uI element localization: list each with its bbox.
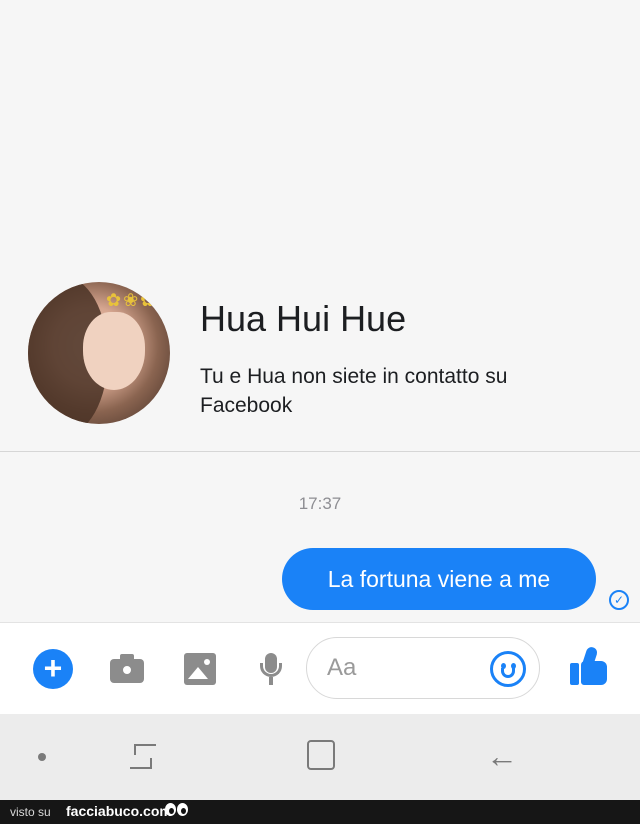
home-icon[interactable] xyxy=(307,740,335,770)
site-brand: facciabuco.com xyxy=(66,803,172,819)
divider xyxy=(0,451,640,452)
visto-label: visto su xyxy=(10,805,51,819)
dot-icon[interactable] xyxy=(38,753,46,761)
contact-avatar[interactable]: ✿❀✿ xyxy=(28,282,170,424)
gallery-icon[interactable] xyxy=(182,651,220,687)
contact-profile: ✿❀✿ Hua Hui Hue Tu e Hua non siete in co… xyxy=(0,270,640,450)
watermark-footer: visto su facciabuco.com xyxy=(0,800,640,824)
sent-check-icon: ✓ xyxy=(609,590,629,610)
message-text: La fortuna viene a me xyxy=(327,565,551,592)
plus-icon[interactable]: + xyxy=(33,649,73,689)
flower-crown-icon: ✿❀✿ xyxy=(106,290,158,310)
brand-eyes-icon xyxy=(164,801,190,821)
system-navigation-bar: ← xyxy=(0,714,640,800)
emoji-icon[interactable] xyxy=(490,651,526,687)
recents-icon[interactable] xyxy=(128,740,160,774)
camera-icon[interactable] xyxy=(108,651,146,687)
message-composer: + xyxy=(0,622,640,714)
sent-message-bubble[interactable]: La fortuna viene a me xyxy=(282,548,596,610)
chat-area: ✿❀✿ Hua Hui Hue Tu e Hua non siete in co… xyxy=(0,0,640,622)
back-icon[interactable]: ← xyxy=(486,740,518,774)
contact-relationship-text: Tu e Hua non siete in contatto su Facebo… xyxy=(200,365,508,417)
message-timestamp: 17:37 xyxy=(298,494,342,513)
microphone-icon[interactable] xyxy=(252,651,290,687)
contact-name[interactable]: Hua Hui Hue xyxy=(200,298,406,340)
like-icon[interactable] xyxy=(568,645,612,689)
